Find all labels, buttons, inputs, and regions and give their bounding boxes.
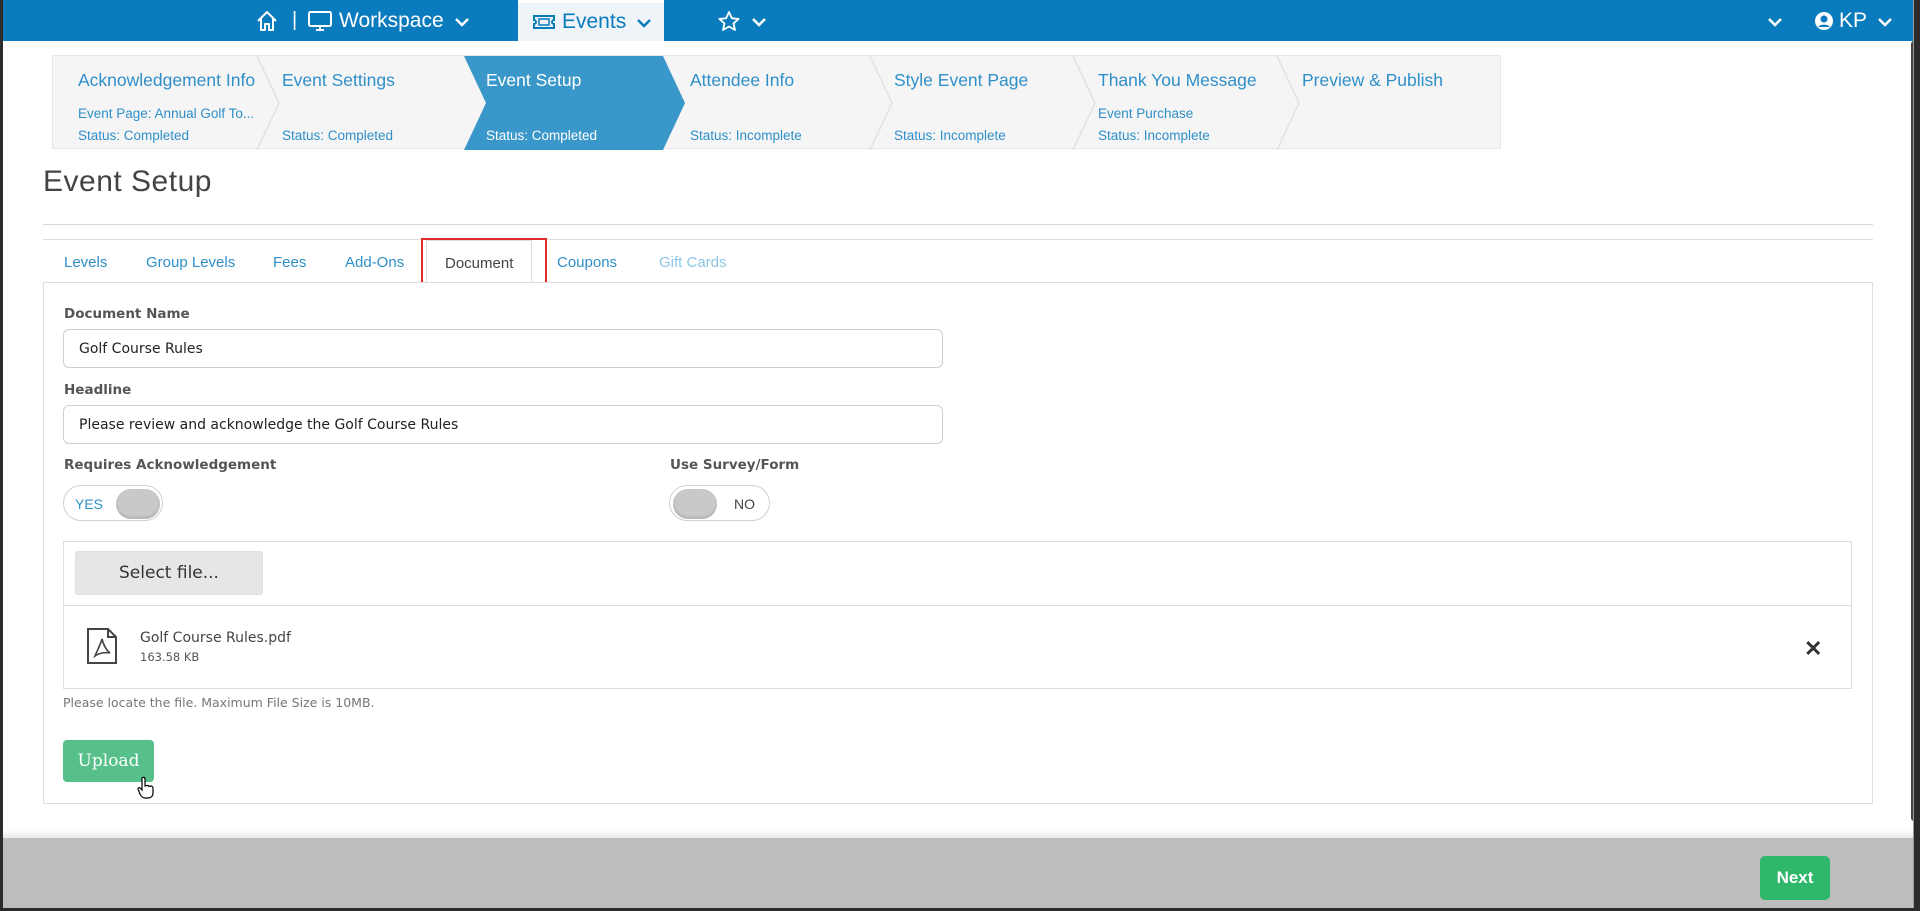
- setup-tabs: Levels Group Levels Fees Add-Ons Documen…: [43, 239, 1873, 284]
- next-button[interactable]: Next: [1760, 856, 1830, 900]
- pdf-file-icon: [86, 627, 118, 670]
- step-status: Status: Incomplete: [1098, 128, 1210, 143]
- vertical-scrollbar[interactable]: [1911, 41, 1913, 821]
- home-icon[interactable]: [255, 0, 279, 41]
- tab-levels[interactable]: Levels: [64, 254, 107, 271]
- toggle-knob: [116, 489, 160, 519]
- survey-label: Use Survey/Form: [670, 457, 800, 473]
- chevron-down-icon: [751, 9, 767, 33]
- chevron-down-icon: [1877, 9, 1893, 33]
- events-menu[interactable]: Events: [518, 0, 664, 41]
- step-status: Status: Completed: [78, 128, 190, 143]
- step-subtitle: Event Purchase: [1098, 106, 1194, 121]
- requires-ack-label: Requires Acknowledgement: [64, 457, 277, 473]
- workspace-label: Workspace: [339, 8, 444, 32]
- step-title: Style Event Page: [894, 70, 1029, 90]
- divider: [43, 224, 1873, 225]
- tab-gift-cards[interactable]: Gift Cards: [659, 254, 727, 271]
- hand-cursor-icon: [137, 776, 155, 805]
- step-subtitle: Event Page: Annual Golf To...: [78, 106, 255, 121]
- step-title: Event Setup: [486, 70, 582, 90]
- step-status: Status: Incomplete: [690, 128, 802, 143]
- survey-toggle[interactable]: NO: [669, 485, 770, 521]
- tab-document[interactable]: Document: [426, 240, 533, 284]
- file-name: Golf Course Rules.pdf: [140, 630, 291, 646]
- monitor-icon: [307, 10, 333, 32]
- workspace-menu[interactable]: Workspace: [307, 0, 470, 41]
- step-title: Attendee Info: [690, 70, 795, 90]
- file-upload-area: Select file... Golf Course Rules.pdf 163…: [63, 541, 1852, 689]
- wizard-stepper: Acknowledgement Info Event Page: Annual …: [52, 55, 1501, 150]
- events-label: Events: [562, 10, 627, 33]
- tab-coupons[interactable]: Coupons: [557, 254, 617, 271]
- user-menu[interactable]: KP: [1814, 0, 1893, 41]
- divider: [64, 605, 1851, 606]
- user-avatar-icon: [1814, 11, 1834, 31]
- app-window: | Workspace Events KP Acknowledgement In…: [3, 0, 1914, 908]
- headline-input[interactable]: [63, 405, 943, 444]
- step-title: Preview & Publish: [1302, 70, 1444, 90]
- page-title: Event Setup: [43, 165, 212, 198]
- select-file-button[interactable]: Select file...: [75, 551, 263, 595]
- step-title: Acknowledgement Info: [78, 70, 256, 90]
- chevron-down-icon: [1767, 9, 1783, 33]
- tab-group-levels[interactable]: Group Levels: [146, 254, 235, 271]
- toggle-knob: [673, 489, 717, 519]
- favorites-menu[interactable]: [717, 0, 767, 41]
- footer-bar: [3, 838, 1913, 908]
- step-status: Status: Completed: [486, 128, 598, 143]
- tab-add-ons[interactable]: Add-Ons: [345, 254, 404, 271]
- step-status: Status: Incomplete: [894, 128, 1006, 143]
- file-size: 163.58 KB: [140, 650, 200, 664]
- ticket-icon: [532, 13, 556, 31]
- toggle-state: YES: [75, 496, 104, 512]
- user-initials: KP: [1839, 8, 1868, 32]
- step-status: Status: Completed: [282, 128, 394, 143]
- tab-fees[interactable]: Fees: [273, 254, 306, 271]
- top-navbar: | Workspace Events KP: [3, 0, 1913, 41]
- headline-label: Headline: [64, 382, 132, 398]
- document-name-label: Document Name: [64, 306, 190, 322]
- document-name-input[interactable]: [63, 329, 943, 368]
- upload-hint: Please locate the file. Maximum File Siz…: [63, 695, 375, 710]
- step-title: Event Settings: [282, 70, 395, 90]
- step-title: Thank You Message: [1098, 70, 1257, 90]
- remove-file-button[interactable]: ✕: [1804, 636, 1822, 662]
- chevron-down-icon: [636, 10, 652, 34]
- notifications-dropdown[interactable]: [1767, 0, 1783, 41]
- toggle-state: NO: [734, 496, 755, 512]
- requires-ack-toggle[interactable]: YES: [63, 485, 163, 521]
- nav-separator: |: [292, 9, 298, 31]
- chevron-down-icon: [454, 9, 470, 33]
- star-icon: [717, 10, 741, 32]
